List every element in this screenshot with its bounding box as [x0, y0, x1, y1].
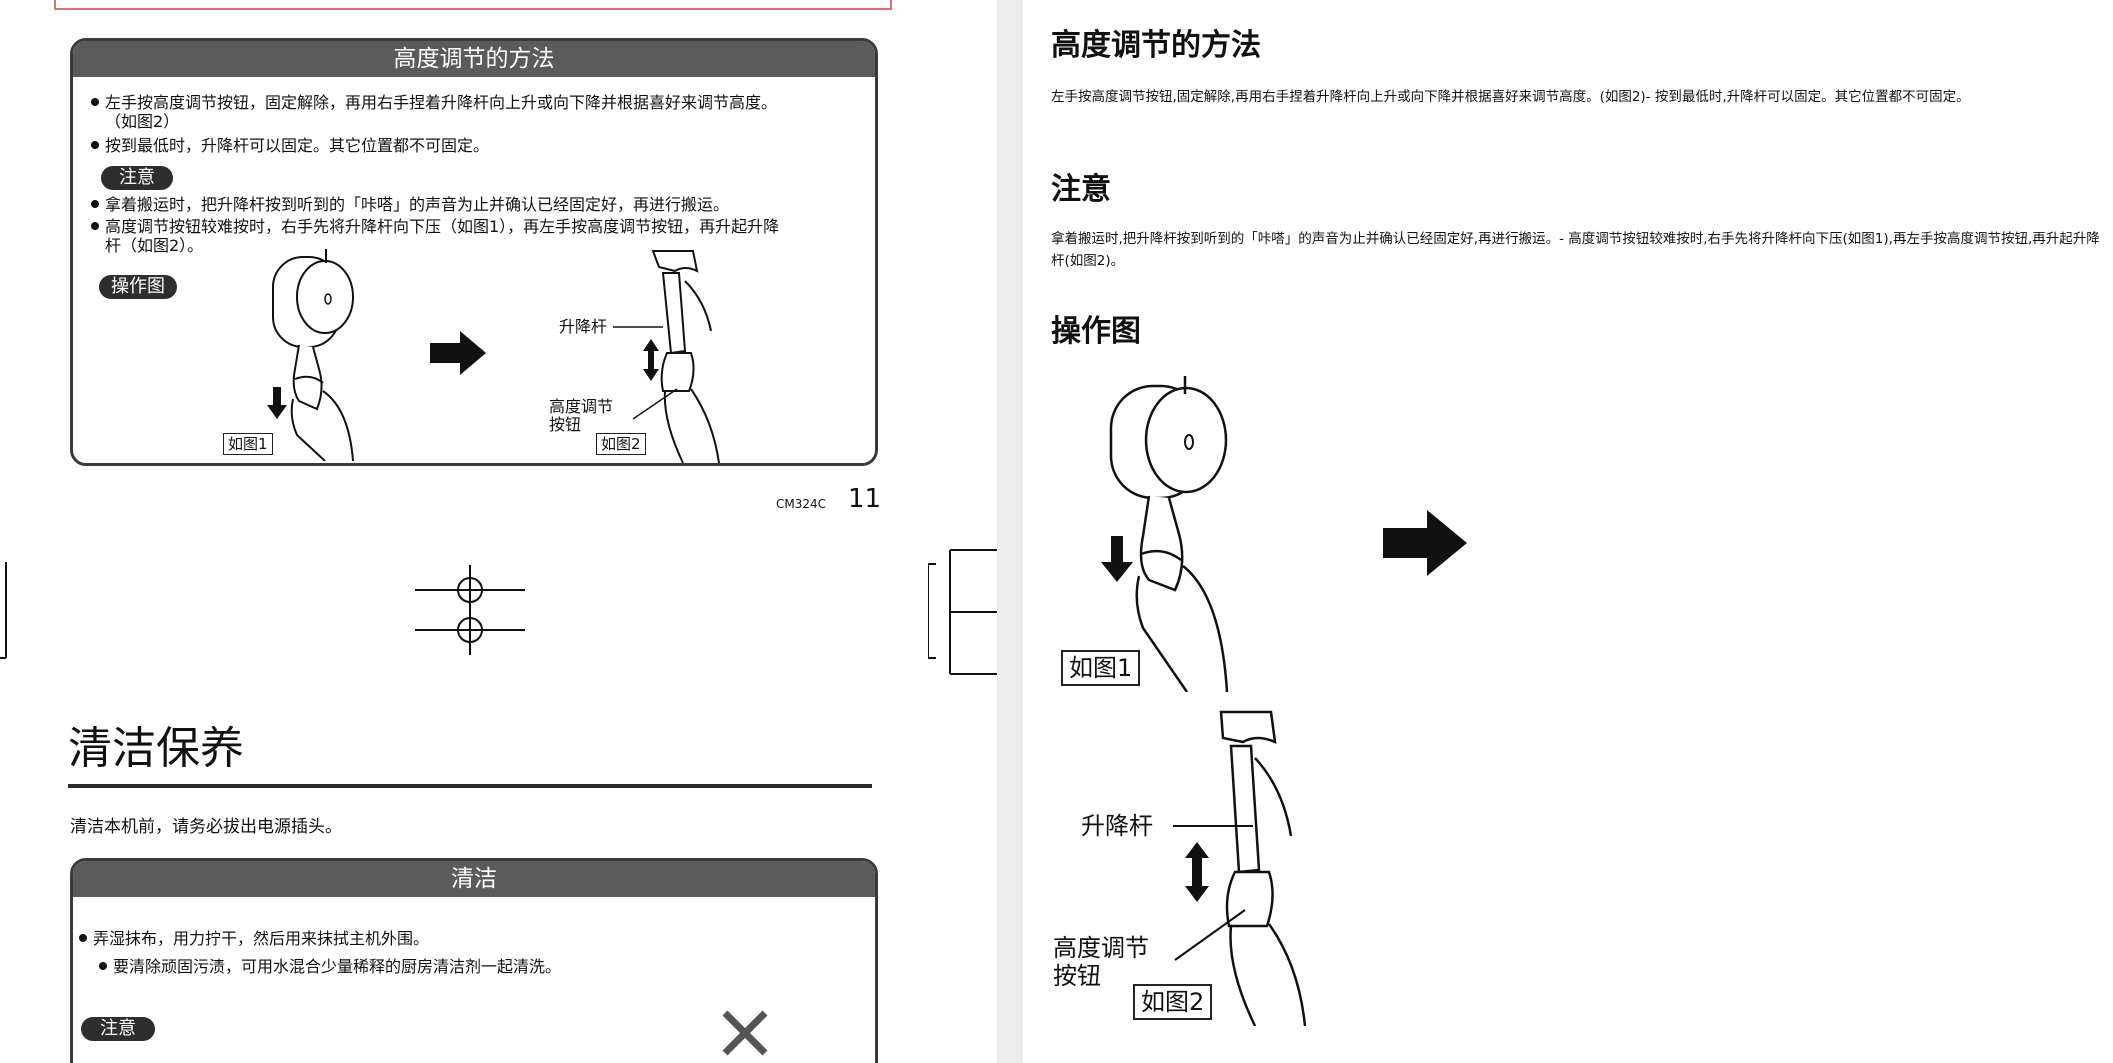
panel-title: 清洁	[73, 861, 875, 897]
leader-lines	[1173, 825, 1253, 961]
bullet-dot	[91, 200, 99, 208]
crop-mark	[0, 562, 7, 659]
sub-bullet-item: 要清除顽固污渍，可用水混合少量稀释的厨房清洁剂一起清洗。	[99, 957, 561, 977]
left-page: 高度调节的方法 左手按高度调节按钮，固定解除，再用右手捏着升降杆向上升或向下降并…	[0, 0, 997, 1063]
crop-mark	[928, 549, 997, 675]
right-arrow-icon	[1383, 510, 1467, 576]
bullet-item: 按到最低时，升降杆可以固定。其它位置都不可固定。	[91, 136, 489, 156]
section-title: 清洁保养	[68, 723, 244, 774]
red-frame-box	[54, 0, 892, 10]
bullet-continuation: 杆（如图2）。	[105, 236, 204, 255]
bullet-item: 高度调节按钮较难按时，右手先将升降杆向下压（如图1），再左手按高度调节按钮，再升…	[91, 217, 871, 237]
button-label-line2: 按钮	[1053, 962, 1101, 990]
heading-height-adjust: 高度调节的方法	[1051, 28, 1261, 63]
cross-icon	[722, 1010, 768, 1056]
heading-figure: 操作图	[1051, 314, 1141, 349]
bullet-dot	[91, 222, 99, 230]
heading-caution: 注意	[1051, 172, 1111, 207]
figure-badge: 操作图	[99, 275, 177, 299]
page-gap	[997, 0, 1023, 1063]
bullet-dot	[91, 98, 99, 106]
page-number: 11	[848, 484, 882, 514]
bullet-dot	[79, 934, 87, 942]
height-adjust-panel: 高度调节的方法 左手按高度调节按钮，固定解除，再用右手捏着升降杆向上升或向下降并…	[70, 38, 878, 466]
button-label-line1: 高度调节	[549, 397, 614, 416]
bullet-continuation: （如图2）	[105, 112, 180, 131]
fig1-label: 如图1	[223, 433, 273, 455]
button-label-line1: 高度调节	[1053, 934, 1149, 962]
fig2-label: 如图2	[596, 433, 646, 455]
bullet-dot	[91, 141, 99, 149]
bullet-item: 拿着搬运时，把升降杆按到听到的「咔嗒」的声音为止并确认已经固定好，再进行搬运。	[91, 195, 729, 215]
section-intro: 清洁本机前，请务必拔出电源插头。	[70, 817, 342, 837]
page-code: CM324C	[776, 497, 827, 511]
button-label-line2: 按钮	[549, 415, 582, 434]
bullet-item: 弄湿抹布，用力拧干，然后用来抹拭主机外围。	[79, 929, 429, 949]
panel-title: 高度调节的方法	[73, 41, 875, 77]
lift-rod-label: 升降杆	[559, 317, 608, 336]
bullet-dot	[99, 962, 107, 970]
caution-badge: 注意	[101, 166, 173, 190]
registration-mark	[415, 565, 525, 655]
figure1-illustration	[1101, 376, 1229, 692]
right-page: 高度调节的方法 左手按高度调节按钮,固定解除,再用右手捏着升降杆向上升或向下降并…	[1023, 0, 2113, 1063]
caution-badge: 注意	[81, 1017, 155, 1041]
lift-rod-label: 升降杆	[1081, 812, 1153, 840]
right-arrow-icon	[430, 331, 486, 375]
fig1-label: 如图1	[1061, 650, 1141, 686]
bullet-item: 左手按高度调节按钮，固定解除，再用右手捏着升降杆向上升或向下降并根据喜好来调节高…	[91, 93, 861, 113]
section-divider	[68, 784, 872, 788]
cleaning-panel: 清洁 弄湿抹布，用力拧干，然后用来抹拭主机外围。 要清除顽固污渍，可用水混合少量…	[70, 858, 878, 1063]
paragraph-height-adjust: 左手按高度调节按钮,固定解除,再用右手捏着升降杆向上升或向下降并根据喜好来调节高…	[1051, 89, 1970, 105]
figure2-illustration	[613, 250, 720, 463]
paragraph-caution: 拿着搬运时,把升降杆按到听到的「咔嗒」的声音为止并确认已经固定好,再进行搬运。-…	[1051, 231, 2100, 269]
fig2-label: 如图2	[1133, 984, 1213, 1020]
figure1-illustration	[267, 249, 354, 461]
